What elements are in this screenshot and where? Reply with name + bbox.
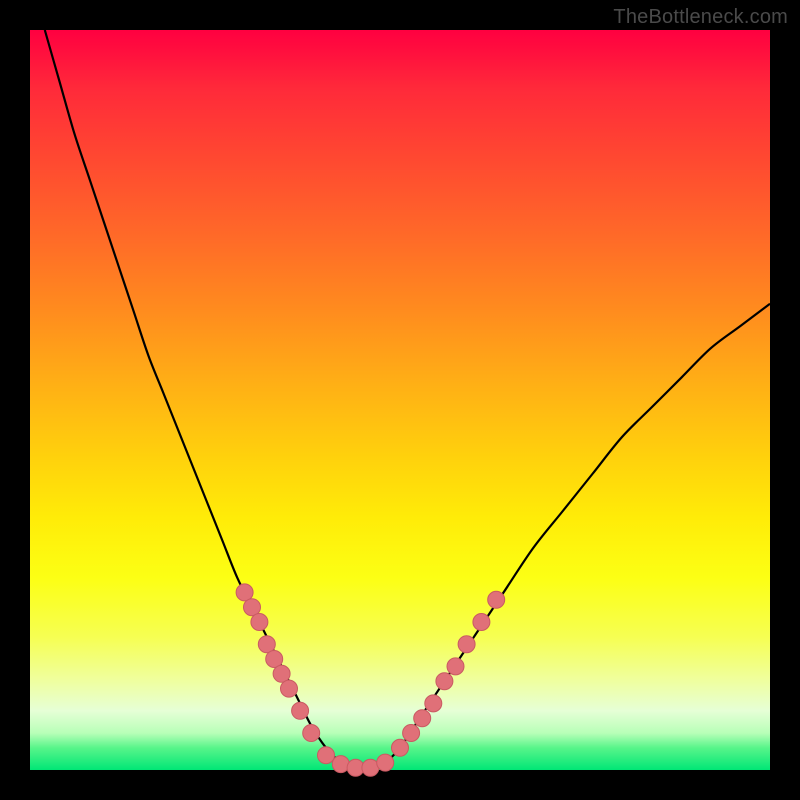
chart-frame: TheBottleneck.com xyxy=(0,0,800,800)
data-marker xyxy=(318,747,335,764)
data-marker xyxy=(332,756,349,773)
marker-group xyxy=(236,584,505,776)
data-marker xyxy=(447,658,464,675)
data-marker xyxy=(436,673,453,690)
data-marker xyxy=(473,614,490,631)
bottleneck-curve xyxy=(45,30,770,771)
data-marker xyxy=(414,710,431,727)
chart-svg xyxy=(30,30,770,770)
data-marker xyxy=(425,695,442,712)
data-marker xyxy=(377,754,394,771)
data-marker xyxy=(251,614,268,631)
data-marker xyxy=(458,636,475,653)
data-marker xyxy=(488,591,505,608)
data-marker xyxy=(303,725,320,742)
data-marker xyxy=(281,680,298,697)
data-marker xyxy=(403,725,420,742)
data-marker xyxy=(392,739,409,756)
plot-background xyxy=(30,30,770,770)
data-marker xyxy=(292,702,309,719)
watermark-text: TheBottleneck.com xyxy=(613,6,788,29)
